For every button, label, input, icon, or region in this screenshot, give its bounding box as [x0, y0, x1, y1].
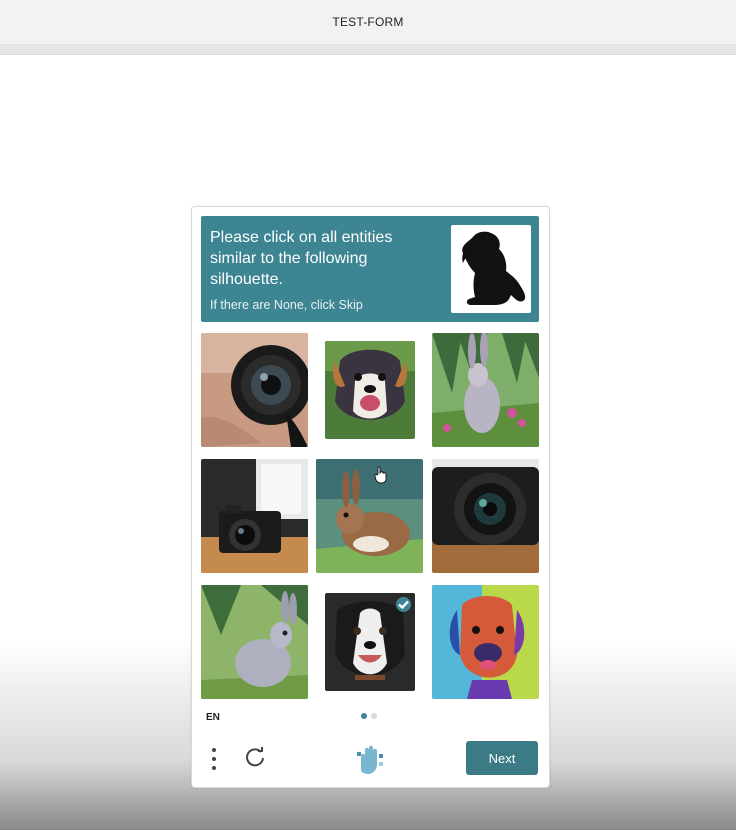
challenge-tile-4[interactable] — [201, 459, 308, 573]
challenge-prompt: Please click on all entities similar to … — [201, 216, 539, 322]
challenge-tile-7[interactable] — [201, 585, 308, 699]
challenge-tile-9[interactable] — [432, 585, 539, 699]
next-button[interactable]: Next — [466, 741, 538, 775]
challenge-tile-1[interactable] — [201, 333, 308, 447]
window-title: TEST-FORM — [332, 15, 404, 29]
toolbar-strip — [0, 45, 736, 55]
challenge-tile-5[interactable] — [316, 459, 423, 573]
challenge-tile-3[interactable] — [432, 333, 539, 447]
dog-pop-art-image — [432, 585, 539, 699]
rabbit-painting-image — [432, 333, 539, 447]
dog-painting-image — [325, 341, 415, 439]
dog-silhouette-icon — [451, 225, 531, 313]
challenge-tile-6[interactable] — [432, 459, 539, 573]
hand-cursor-icon — [374, 466, 388, 484]
more-options-icon[interactable] — [210, 746, 218, 772]
hcaptcha-logo-icon[interactable] — [355, 742, 385, 776]
page-dot — [371, 713, 377, 719]
camera-lens-image — [201, 333, 308, 447]
camera-image — [201, 459, 308, 573]
page-indicator — [361, 713, 377, 719]
window-title-bar: TEST-FORM — [0, 0, 736, 45]
page-dot-active — [361, 713, 367, 719]
rabbit-painting-image — [316, 459, 423, 573]
challenge-tile-8[interactable] — [325, 593, 415, 691]
language-selector[interactable]: EN — [206, 712, 220, 723]
captcha-widget: Please click on all entities similar to … — [191, 206, 550, 788]
camera-lens-image — [432, 459, 539, 573]
challenge-tile-2[interactable] — [325, 341, 415, 439]
prompt-title: Please click on all entities similar to … — [210, 229, 393, 288]
prompt-subtitle: If there are None, click Skip — [210, 298, 363, 312]
rabbit-painting-image — [201, 585, 308, 699]
refresh-icon[interactable] — [244, 746, 266, 768]
selected-check-icon — [396, 597, 411, 612]
